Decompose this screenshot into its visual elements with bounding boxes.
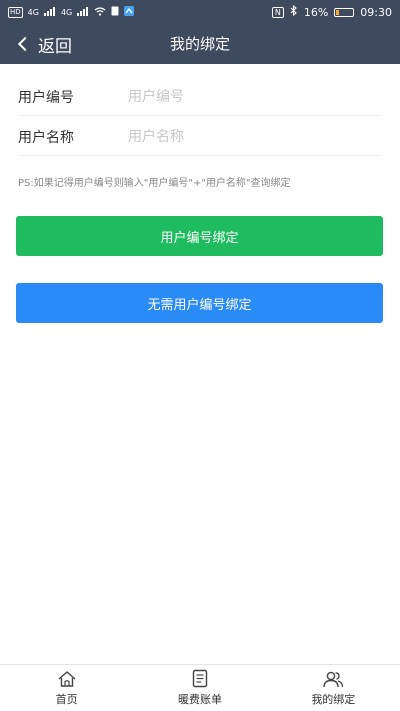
signal-icon-2 bbox=[77, 6, 89, 18]
bill-icon bbox=[191, 669, 209, 688]
bind-without-user-no-button[interactable]: 无需用户编号绑定 bbox=[16, 283, 383, 323]
home-icon bbox=[57, 670, 77, 688]
back-button[interactable]: 返回 bbox=[16, 24, 72, 64]
nfc-icon: N bbox=[271, 6, 284, 18]
tab-my-binding-label: 我的绑定 bbox=[311, 692, 356, 706]
user-name-row: 用户名称 bbox=[18, 118, 382, 156]
clock: 09:30 bbox=[360, 5, 392, 19]
user-name-input[interactable] bbox=[128, 128, 382, 145]
tab-bill-label: 暖费账单 bbox=[177, 693, 222, 706]
signal-icon bbox=[43, 6, 56, 18]
user-no-label: 用户编号 bbox=[18, 89, 74, 106]
tab-bill[interactable]: 暖费账单 bbox=[133, 665, 266, 711]
tab-bar: 首页 暖费账单 我的绑定 bbox=[0, 664, 400, 711]
nav-bar: 返回 我的绑定 bbox=[0, 24, 400, 64]
battery-percent: 16% bbox=[303, 5, 329, 19]
user-name-label: 用户名称 bbox=[18, 129, 74, 146]
hd-badge: HD bbox=[8, 6, 23, 18]
app-notification-icon bbox=[124, 6, 135, 18]
notification-icon bbox=[111, 6, 119, 18]
status-bar: HD 4G 4G N 16% 09:30 bbox=[0, 0, 400, 24]
status-left: HD 4G 4G bbox=[8, 6, 135, 18]
back-label: 返回 bbox=[38, 36, 72, 57]
status-right: N 16% 09:30 bbox=[271, 4, 392, 19]
chevron-left-icon bbox=[17, 36, 33, 52]
bind-with-user-no-button[interactable]: 用户编号绑定 bbox=[16, 216, 383, 256]
tab-home[interactable]: 首页 bbox=[0, 665, 133, 711]
network-type-2: 4G bbox=[60, 7, 73, 17]
network-type-1: 4G bbox=[27, 7, 39, 17]
wifi-icon bbox=[94, 6, 106, 18]
bluetooth-icon bbox=[290, 4, 298, 19]
tab-my-binding[interactable]: 我的绑定 bbox=[267, 665, 400, 711]
user-no-input[interactable] bbox=[128, 88, 382, 105]
users-icon bbox=[322, 670, 344, 688]
tab-home-label: 首页 bbox=[55, 692, 78, 706]
battery-icon bbox=[334, 7, 355, 17]
user-no-row: 用户编号 bbox=[18, 78, 382, 116]
battery-level bbox=[336, 9, 340, 15]
hint-text: PS:如果记得用户编号则输入"用户编号"+"用户名称"查询绑定 bbox=[18, 178, 291, 189]
